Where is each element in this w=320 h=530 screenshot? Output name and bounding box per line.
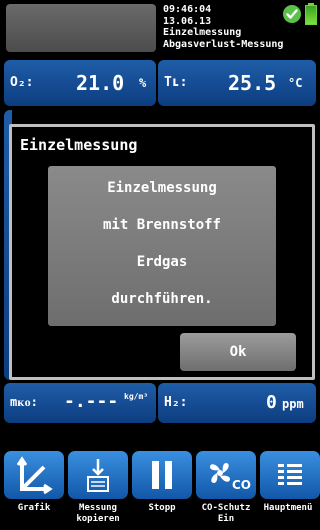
dialog-message-box: Einzelmessung mit Brennstoff Erdgas durc… (48, 166, 276, 326)
hauptmenue-button[interactable] (260, 451, 320, 499)
messung-kopieren-label-line-2: kopieren (76, 514, 120, 524)
tile-mko-unit: kg/m³ (124, 392, 149, 401)
header-measurement: Abgasverlust-Messung (163, 38, 284, 50)
dialog-message-line-2: mit Brennstoff (102, 217, 221, 233)
tile-h2-unit: ppm (282, 397, 304, 411)
tile-mko-value: -.--- (64, 391, 119, 412)
tile-tl-label: Tʟ: (164, 75, 188, 90)
chart-axes-icon (16, 456, 53, 495)
tile-o2[interactable]: O₂: 21.0 % (4, 60, 156, 106)
co-schutz-label-line-1: CO-Schutz (201, 503, 251, 513)
tile-tl-value: 25.5 (228, 71, 277, 95)
grafik-button[interactable] (4, 451, 64, 499)
tile-tl-unit: °C (288, 76, 303, 90)
pause-icon (152, 461, 172, 489)
co-schutz-label: CO-Schutz Ein (194, 503, 258, 525)
tile-h2[interactable]: H₂: 0 ppm (158, 383, 316, 423)
header-placeholder-box (6, 4, 156, 52)
tile-o2-label: O₂: (10, 75, 34, 90)
svg-text:CO: CO (232, 478, 251, 492)
tile-o2-value: 21.0 (76, 71, 125, 95)
stopp-button[interactable] (132, 451, 192, 499)
grafik-label: Grafik (2, 503, 66, 514)
tile-h2-label: H₂: (164, 395, 188, 410)
fan-co-icon: CO (210, 463, 251, 492)
copy-measurement-icon (87, 459, 109, 492)
tile-mko[interactable]: mᴋᴏ: -.--- kg/m³ (4, 383, 156, 423)
dialog-title: Einzelmessung (20, 136, 138, 154)
tile-h2-value: 0 (266, 392, 277, 413)
tile-o2-unit: % (139, 76, 147, 90)
status-header: 09:46:04 13.06.13 Einzelmessung Abgasver… (0, 0, 320, 56)
dialog-message-line-3: Erdgas (136, 254, 188, 270)
hauptmenue-label: Hauptmenü (256, 503, 320, 514)
status-ok-icon (283, 5, 301, 23)
dialog-message-line-4: durchführen. (111, 291, 213, 307)
messung-kopieren-button[interactable] (68, 451, 128, 499)
battery-icon (305, 3, 317, 25)
co-schutz-button[interactable]: CO (196, 451, 256, 499)
co-schutz-label-line-2: Ein (217, 514, 235, 524)
messung-kopieren-label-line-1: Messung (79, 503, 117, 513)
grafik-label-line-1: Grafik (17, 503, 51, 513)
hauptmenue-label-line-1: Hauptmenü (263, 503, 313, 513)
tile-tl[interactable]: Tʟ: 25.5 °C (158, 60, 316, 106)
ok-button[interactable]: Ok (180, 333, 296, 371)
dialog-einzelmessung: Einzelmessung Einzelmessung mit Brennsto… (9, 124, 315, 380)
messung-kopieren-label: Messung kopieren (66, 503, 130, 525)
dialog-message-line-1: Einzelmessung (107, 180, 217, 196)
stopp-label-line-1: Stopp (148, 503, 176, 513)
stopp-label: Stopp (130, 503, 194, 514)
header-mode: Einzelmessung (163, 27, 242, 38)
menu-icon (278, 464, 302, 485)
tile-mko-label: mᴋᴏ: (10, 395, 38, 409)
